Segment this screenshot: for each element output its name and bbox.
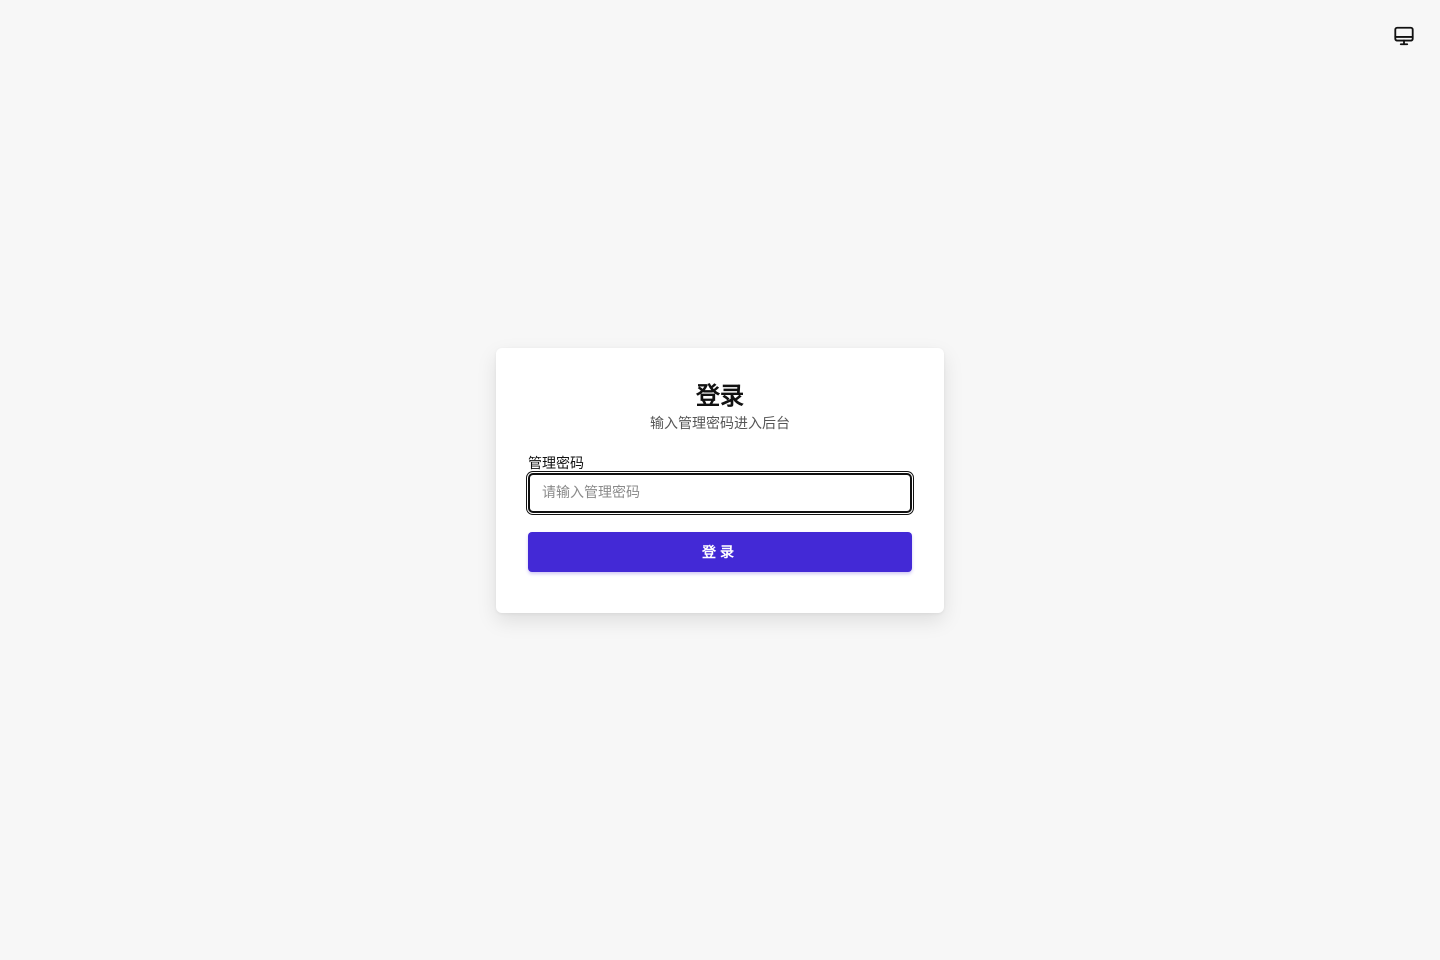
login-card: 登录 输入管理密码进入后台 管理密码 登录 (496, 348, 944, 613)
login-title: 登录 (696, 382, 744, 410)
monitor-icon (1393, 25, 1415, 47)
login-page: 登录 输入管理密码进入后台 管理密码 登录 (0, 0, 1440, 960)
password-input[interactable] (530, 475, 910, 511)
password-field-wrapper (528, 473, 912, 513)
login-button[interactable]: 登录 (528, 532, 912, 572)
theme-toggle-button[interactable] (1390, 22, 1418, 50)
password-label: 管理密码 (528, 456, 584, 472)
login-subtitle: 输入管理密码进入后台 (650, 416, 790, 432)
